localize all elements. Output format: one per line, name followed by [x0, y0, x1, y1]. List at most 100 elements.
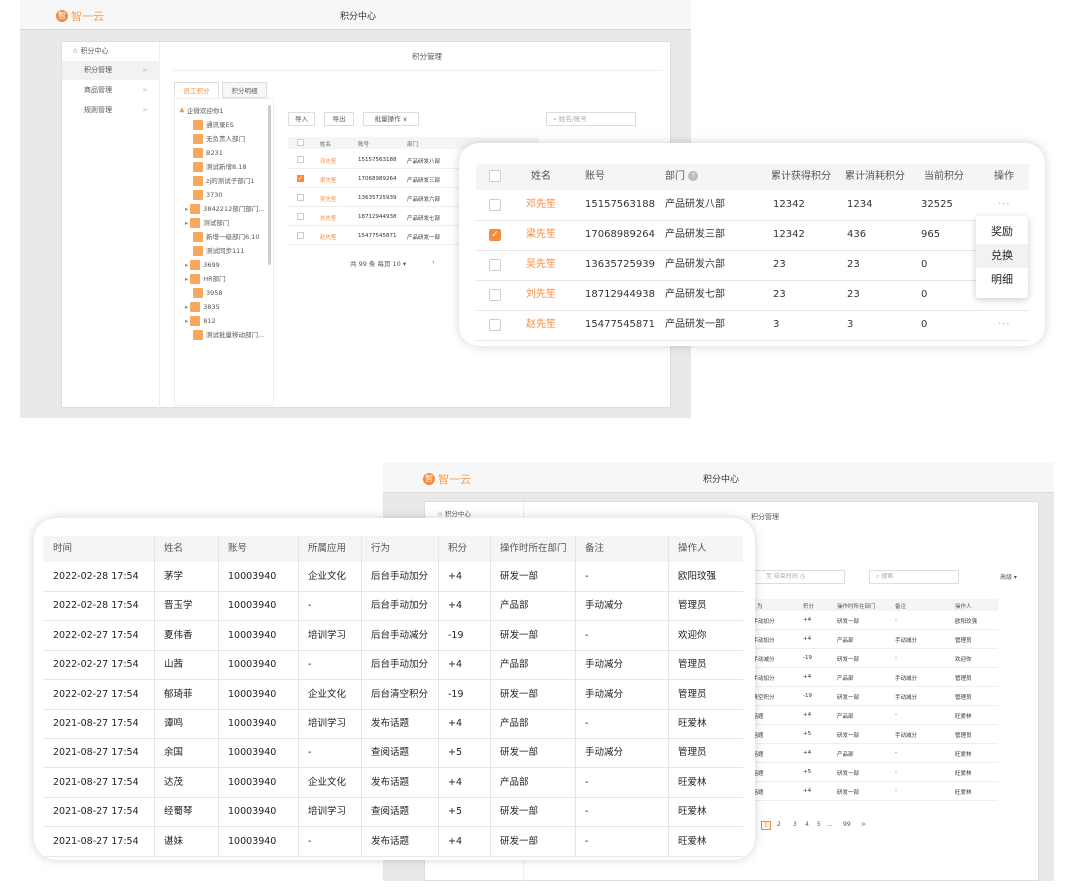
tree-item[interactable]: ▸ 3835 — [185, 301, 220, 314]
row-checkbox[interactable] — [297, 156, 304, 163]
nav-item-label: 积分管理 — [84, 66, 112, 74]
row-checkbox[interactable] — [489, 319, 501, 331]
page-button[interactable]: 4 — [805, 821, 809, 828]
caret-right-icon[interactable]: ▸ — [185, 317, 188, 325]
tree-item[interactable]: ▸ 3842212部门部门... — [185, 203, 264, 216]
nav-home[interactable]: ☆ 积分中心 — [437, 508, 471, 518]
tree-item[interactable]: 测试新增8.18 — [193, 161, 246, 174]
row-account: 17068989264 — [358, 176, 397, 182]
nav-item-label: 规则管理 — [84, 106, 112, 114]
export-button[interactable]: 导出 — [324, 112, 354, 126]
row-app: 培训学习 — [308, 630, 347, 641]
select-all-checkbox[interactable] — [489, 170, 501, 182]
row-name[interactable]: 刘先笙 — [526, 280, 556, 310]
help-icon[interactable]: ? — [688, 171, 699, 181]
tree-scrollbar[interactable] — [268, 105, 271, 265]
caret-right-icon[interactable]: ▸ — [185, 261, 188, 269]
nav-item-points[interactable]: 积分管理 > — [62, 61, 160, 80]
page-button[interactable]: 3 — [793, 821, 797, 828]
row-checkbox[interactable] — [297, 213, 304, 220]
row-points: +4 — [448, 777, 463, 788]
row-checkbox[interactable] — [489, 259, 501, 271]
row-name[interactable]: 吴先笙 — [526, 250, 556, 280]
tree-item[interactable]: 测试批量移动部门... — [193, 329, 264, 342]
batch-ops-button[interactable]: 批量操作 ∨ — [363, 112, 419, 126]
search-input[interactable]: ⌕ 姓名/账号 — [546, 112, 636, 126]
logo-text: 智一云 — [438, 473, 471, 486]
tree-item[interactable]: 无负责人部门 — [193, 133, 245, 146]
col-time: 时间 — [53, 543, 73, 554]
row-app: 企业文化 — [308, 689, 347, 700]
nav-home[interactable]: ☆ 积分中心 — [62, 42, 160, 61]
page-button[interactable]: ... — [827, 821, 833, 828]
tree-item[interactable]: 通讯录ES — [193, 119, 234, 132]
row-checkbox[interactable] — [489, 289, 501, 301]
row-checkbox[interactable] — [489, 199, 501, 211]
row-dept: 研发一部 — [837, 790, 860, 796]
row-dept: 产品部 — [500, 659, 529, 670]
title-divider — [172, 70, 662, 71]
row-note: - — [585, 571, 589, 582]
col-account: 账号 — [228, 543, 248, 554]
row-points: +4 — [803, 712, 812, 718]
select-all-checkbox[interactable] — [297, 139, 304, 146]
tree-item[interactable]: B231 — [193, 147, 223, 160]
row-name[interactable]: 吴先笙 — [320, 195, 337, 203]
search-input[interactable]: ⌕ 搜索 — [869, 570, 959, 584]
tree-item[interactable]: 3730 — [193, 189, 223, 202]
row-dept: 研发一部 — [500, 689, 539, 700]
row-name[interactable]: 邓先笙 — [526, 190, 556, 220]
row-points: +4 — [448, 718, 463, 729]
tree-item[interactable]: ▸ 测试部门 — [185, 217, 229, 230]
row-name[interactable]: 赵先笙 — [526, 310, 556, 340]
nav-item-rules[interactable]: 规则管理 > — [62, 101, 160, 120]
row-name: 谭鸣 — [164, 718, 184, 729]
row-name[interactable]: 梁先笙 — [320, 176, 337, 184]
row-name[interactable]: 赵先笙 — [320, 233, 337, 241]
page-button[interactable]: 99 — [843, 821, 851, 828]
next-page-button[interactable]: > — [861, 821, 866, 828]
page-button[interactable]: 5 — [817, 821, 821, 828]
row-checkbox[interactable] — [297, 194, 304, 201]
row-checkbox[interactable]: ✓ — [489, 229, 501, 241]
prev-page-button[interactable]: ‹ — [432, 258, 435, 266]
row-name[interactable]: 梁先笙 — [526, 220, 556, 250]
page-button[interactable]: 2 — [777, 821, 781, 828]
row-dept: 产品研发八部 — [665, 199, 725, 210]
tree-item[interactable]: ▸ 812 — [185, 315, 216, 328]
col-dept: 部门 ? — [655, 164, 755, 190]
tree-item[interactable]: zj的测试子部门1 — [193, 175, 254, 188]
caret-right-icon[interactable]: ▸ — [185, 205, 188, 213]
tab-employee-points[interactable]: 员工积分 — [174, 82, 219, 98]
row-note: 手动减分 — [585, 747, 624, 758]
advanced-filter-button[interactable]: 高级 ▾ — [1000, 572, 1017, 581]
row-name[interactable]: 邓先笙 — [320, 157, 337, 165]
row-divider — [735, 648, 998, 649]
menu-detail[interactable]: 明细 — [976, 268, 1028, 292]
tree-item[interactable]: 新增一级部门6.10 — [193, 231, 259, 244]
caret-right-icon[interactable]: ▸ — [185, 303, 188, 311]
import-button[interactable]: 导入 — [288, 112, 315, 126]
col-dept-label: 部门 — [665, 171, 685, 182]
tree-item[interactable]: ▸ HR部门 — [185, 273, 226, 286]
page-button[interactable]: 1 — [761, 821, 771, 830]
nav-item-goods[interactable]: 商品管理 > — [62, 81, 160, 100]
app-header: 智智一云 积分中心 — [383, 463, 1054, 493]
more-actions-button[interactable]: ··· — [998, 310, 1011, 340]
tree-item[interactable]: 3958 — [193, 287, 223, 300]
chevron-right-icon: > — [142, 86, 148, 94]
tab-points-detail[interactable]: 积分明细 — [222, 82, 267, 98]
app-logo[interactable]: 智智一云 — [56, 8, 104, 24]
row-name[interactable]: 刘先笙 — [320, 214, 337, 222]
app-logo[interactable]: 智智一云 — [423, 471, 471, 487]
menu-redeem[interactable]: 兑换 — [976, 244, 1028, 268]
tree-root[interactable]: ♣ 企微欢迎你1 — [179, 105, 224, 118]
caret-right-icon[interactable]: ▸ — [185, 275, 188, 283]
menu-reward[interactable]: 奖励 — [976, 220, 1028, 244]
row-checkbox[interactable] — [297, 232, 304, 239]
tree-item[interactable]: ▸ 3699 — [185, 259, 220, 272]
row-action: 后台手动加分 — [371, 659, 429, 670]
row-checkbox[interactable]: ✓ — [297, 175, 304, 182]
tree-item[interactable]: 测试同步111 — [193, 245, 244, 258]
caret-right-icon[interactable]: ▸ — [185, 219, 188, 227]
